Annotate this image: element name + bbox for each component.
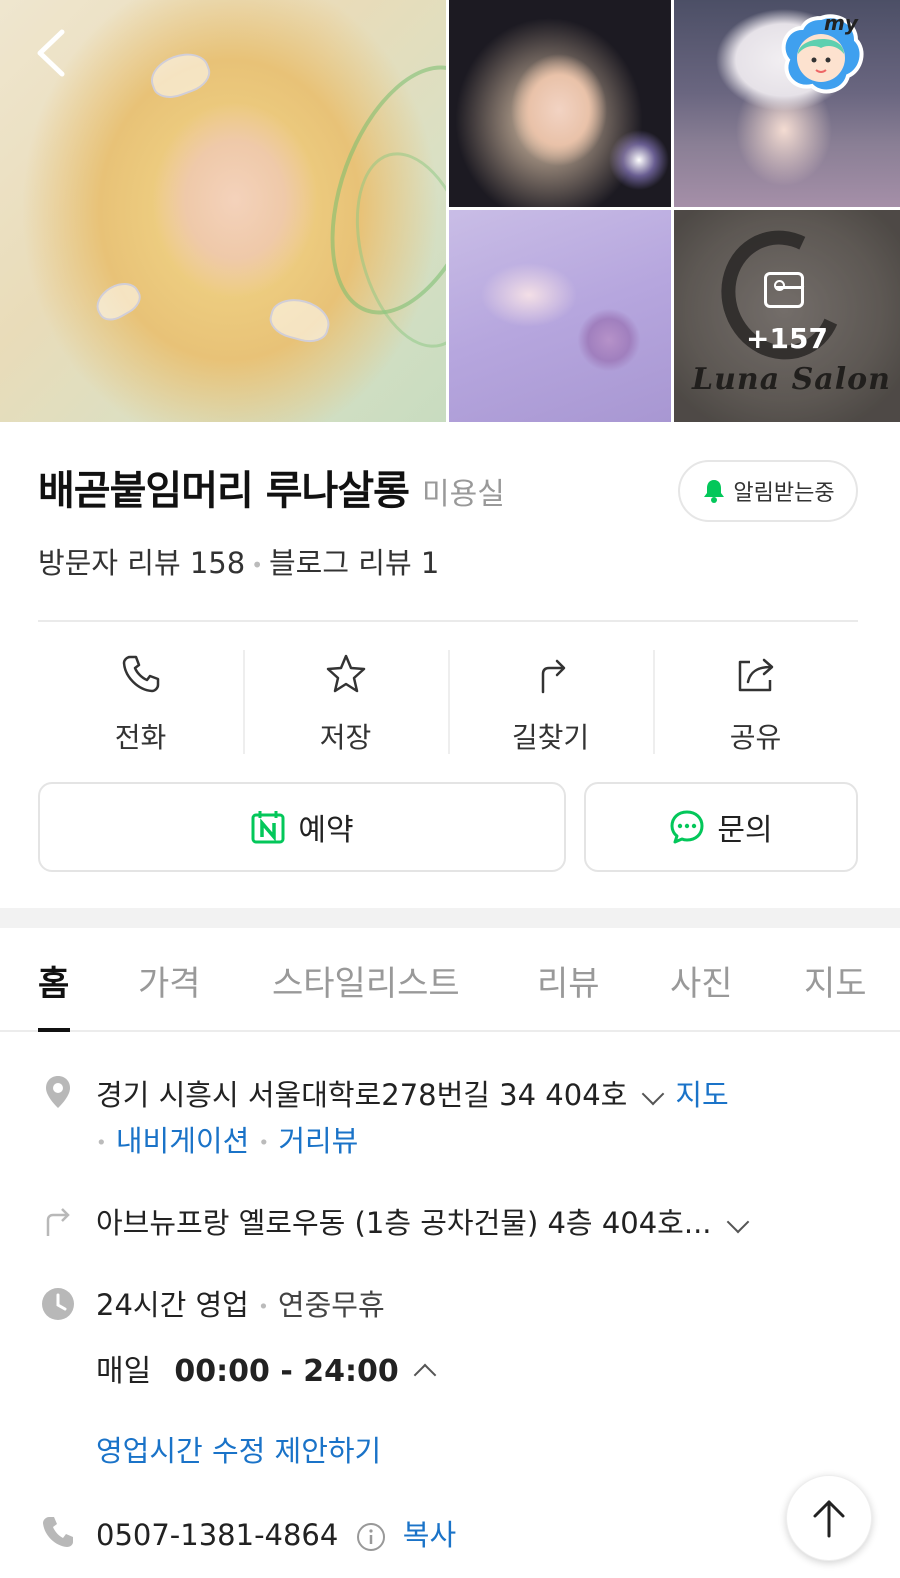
map-link[interactable]: 지도 [675, 1078, 728, 1112]
inquiry-button[interactable]: 문의 [584, 782, 858, 872]
naver-calendar-icon [251, 811, 285, 844]
directions-label: 길찾기 [511, 721, 590, 754]
tab-map[interactable]: 지도 [804, 956, 867, 1005]
directions-text: 아브뉴프랑 옐로우동 (1층 공차건물) 4층 404호... [96, 1206, 712, 1240]
separator-dot: • [251, 553, 263, 577]
share-label: 공유 [729, 721, 782, 754]
gallery-more-photo[interactable]: Luna Salon +157 [674, 210, 900, 422]
chevron-up-icon[interactable] [413, 1363, 437, 1387]
phone-icon [43, 1517, 73, 1547]
star-icon [326, 654, 365, 693]
share-button[interactable]: 공유 [653, 640, 858, 760]
phone-number[interactable]: 0507-1381-4864 [96, 1518, 338, 1552]
tab-bar: 홈 가격 스타일리스트 리뷰 사진 지도 [0, 928, 900, 1032]
directions-icon [541, 659, 565, 694]
back-button[interactable] [30, 28, 74, 78]
hours-status: 24시간 영업 [96, 1288, 249, 1322]
directions-arrow-icon [46, 1208, 70, 1236]
image-icon [764, 272, 804, 308]
tab-review[interactable]: 리뷰 [537, 956, 600, 1005]
streetview-link[interactable]: 거리뷰 [278, 1124, 358, 1158]
hours-note: 연중무휴 [277, 1288, 385, 1322]
suggest-hours-link[interactable]: 영업시간 수정 제안하기 [96, 1428, 381, 1470]
bell-icon [704, 480, 725, 503]
clock-icon [42, 1288, 74, 1320]
phone-row: 0507-1381-4864 복사 [96, 1512, 456, 1554]
scroll-top-button[interactable] [786, 1475, 872, 1561]
chevron-down-icon[interactable] [642, 1082, 665, 1106]
save-label: 저장 [319, 721, 372, 754]
title-row: 배곧붙임머리 루나살롱 미용실 [38, 458, 505, 516]
tab-photo[interactable]: 사진 [670, 956, 733, 1005]
active-tab-indicator [38, 1028, 70, 1032]
arrow-up-icon [813, 1500, 845, 1538]
directions-button[interactable]: 길찾기 [448, 640, 653, 760]
my-avatar-icon: my [781, 11, 864, 94]
notify-button[interactable]: 알림받는중 [678, 460, 858, 522]
tab-home[interactable]: 홈 [38, 956, 69, 1005]
divider [38, 620, 858, 622]
navigation-link[interactable]: 내비게이션 [116, 1124, 249, 1158]
blog-reviews-link[interactable]: 블로그 리뷰 1 [269, 546, 439, 580]
place-category: 미용실 [422, 477, 505, 512]
hours-time: 00:00 - 24:00 [174, 1354, 399, 1389]
hours-day: 매일 [96, 1354, 152, 1389]
hours-status-row: 24시간 영업 • 연중무휴 [96, 1288, 385, 1322]
phone-icon [122, 655, 159, 693]
inquiry-label: 문의 [717, 813, 773, 848]
action-bar: 전화 저장 길찾기 공유 [38, 640, 858, 760]
chat-bubble-icon [670, 810, 704, 844]
chevron-down-icon[interactable] [726, 1210, 749, 1234]
call-button[interactable]: 전화 [38, 640, 243, 760]
visitor-reviews-link[interactable]: 방문자 리뷰 158 [38, 546, 245, 580]
chevron-left-icon [37, 29, 65, 77]
hours-detail-row[interactable]: 매일 00:00 - 24:00 [96, 1346, 447, 1390]
address-text: 경기 시흥시 서울대학로278번길 34 404호 [96, 1078, 628, 1112]
copy-link[interactable]: 복사 [403, 1518, 456, 1552]
tab-price[interactable]: 가격 [138, 956, 201, 1005]
section-separator [0, 908, 900, 928]
directions-row[interactable]: 아브뉴프랑 옐로우동 (1층 공차건물) 4층 404호... [96, 1200, 760, 1242]
notify-label: 알림받는중 [733, 481, 835, 506]
tab-stylist[interactable]: 스타일리스트 [272, 956, 460, 1005]
call-label: 전화 [114, 721, 167, 754]
badge-text: my [824, 11, 859, 35]
location-pin-icon [46, 1076, 70, 1108]
review-summary: 방문자 리뷰 158 • 블로그 리뷰 1 [38, 540, 439, 582]
more-photos-count: +157 [746, 322, 828, 355]
gallery-photo[interactable] [449, 0, 671, 207]
save-button[interactable]: 저장 [243, 640, 448, 760]
gallery-photo[interactable] [449, 210, 671, 422]
info-circle-icon[interactable] [356, 1522, 386, 1552]
place-name: 배곧붙임머리 루나살롱 [38, 468, 410, 514]
address-links: • 내비게이션 • 거리뷰 [96, 1124, 359, 1158]
share-icon [738, 658, 773, 692]
address-row: 경기 시흥시 서울대학로278번길 34 404호 지도 [96, 1072, 729, 1114]
reserve-label: 예약 [298, 813, 354, 848]
my-profile-button[interactable]: my [776, 8, 866, 98]
primary-buttons: 예약 문의 [38, 782, 858, 872]
photo-gallery: Luna Salon +157 my [0, 0, 900, 422]
reserve-button[interactable]: 예약 [38, 782, 566, 872]
